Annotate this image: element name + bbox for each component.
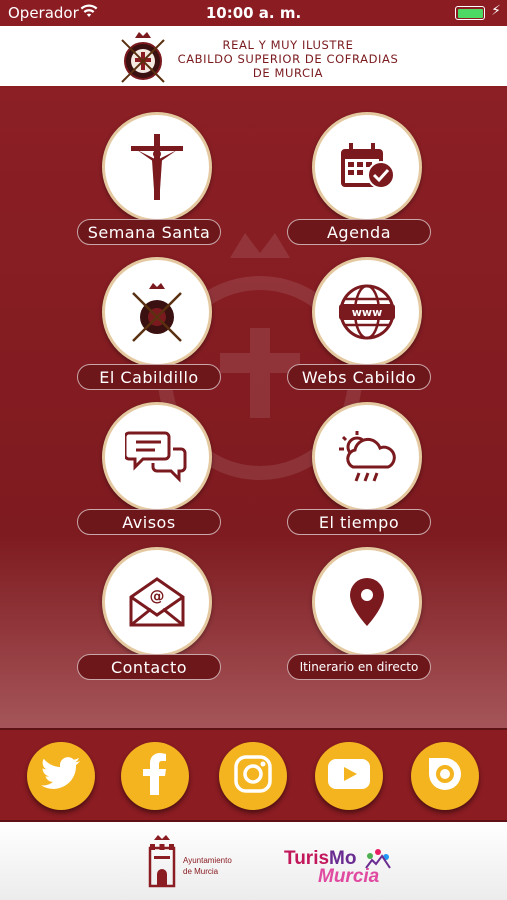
webs-cabildo-label: Webs Cabildo xyxy=(287,364,431,390)
semana-santa-label: Semana Santa xyxy=(77,219,221,245)
header-title: REAL Y MUY ILUSTRE CABILDO SUPERIOR DE C… xyxy=(160,38,416,80)
status-bar: Operador 10:00 a. m. ⚡ xyxy=(0,0,507,26)
webs-cabildo-button[interactable]: www Webs Cabildo xyxy=(287,257,447,397)
el-tiempo-label: El tiempo xyxy=(287,509,431,535)
agenda-button[interactable]: Agenda xyxy=(287,112,447,252)
el-tiempo-button[interactable]: El tiempo xyxy=(287,402,447,542)
weather-icon xyxy=(312,402,422,512)
instagram-button[interactable] xyxy=(219,742,287,810)
social-bar xyxy=(0,728,507,822)
avisos-button[interactable]: Avisos xyxy=(77,402,237,542)
crucifix-icon xyxy=(102,112,212,222)
mail-envelope-icon: @ xyxy=(102,547,212,657)
facebook-button[interactable] xyxy=(121,742,189,810)
svg-text:@: @ xyxy=(150,587,165,605)
www-globe-icon: www xyxy=(312,257,422,367)
footer: Ayuntamiento de Murcia TurisMo Murcia xyxy=(0,822,507,900)
header-title-line: REAL Y MUY ILUSTRE xyxy=(222,38,354,52)
agenda-label: Agenda xyxy=(287,219,431,245)
location-pin-icon xyxy=(312,547,422,657)
clock: 10:00 a. m. xyxy=(205,4,302,22)
ayuntamiento-line: de Murcia xyxy=(183,867,219,876)
ayuntamiento-text: Ayuntamiento de Murcia xyxy=(183,855,232,877)
cabildillo-crest-icon xyxy=(102,257,212,367)
youtube-icon xyxy=(327,758,371,794)
ayuntamiento-logo xyxy=(148,832,176,892)
main-menu: Semana Santa Agenda El Cabildillo www We… xyxy=(0,88,507,728)
youtube-button[interactable] xyxy=(315,742,383,810)
contacto-button[interactable]: @ Contacto xyxy=(77,547,237,687)
twitter-icon xyxy=(41,757,81,795)
battery-icon xyxy=(455,6,485,20)
instagram-icon xyxy=(233,754,273,798)
issuu-icon xyxy=(425,754,465,798)
chat-bubbles-icon xyxy=(102,402,212,512)
turismo-decoration-icon xyxy=(364,848,392,874)
header-title-line: CABILDO SUPERIOR DE COFRADIAS xyxy=(177,52,399,66)
contacto-label: Contacto xyxy=(77,654,221,680)
ayuntamiento-line: Ayuntamiento xyxy=(183,856,232,865)
itinerario-button[interactable]: Itinerario en directo xyxy=(287,547,447,687)
cabildillo-label: El Cabildillo xyxy=(77,364,221,390)
charging-icon: ⚡ xyxy=(491,3,501,19)
issuu-button[interactable] xyxy=(411,742,479,810)
twitter-button[interactable] xyxy=(27,742,95,810)
itinerario-label: Itinerario en directo xyxy=(287,654,431,680)
app-header: REAL Y MUY ILUSTRE CABILDO SUPERIOR DE C… xyxy=(0,26,507,88)
semana-santa-button[interactable]: Semana Santa xyxy=(77,112,237,252)
header-title-line: DE MURCIA xyxy=(252,66,324,80)
cabildillo-button[interactable]: El Cabildillo xyxy=(77,257,237,397)
avisos-label: Avisos xyxy=(77,509,221,535)
facebook-icon xyxy=(143,753,167,799)
calendar-icon xyxy=(312,112,422,222)
svg-text:www: www xyxy=(352,306,383,319)
